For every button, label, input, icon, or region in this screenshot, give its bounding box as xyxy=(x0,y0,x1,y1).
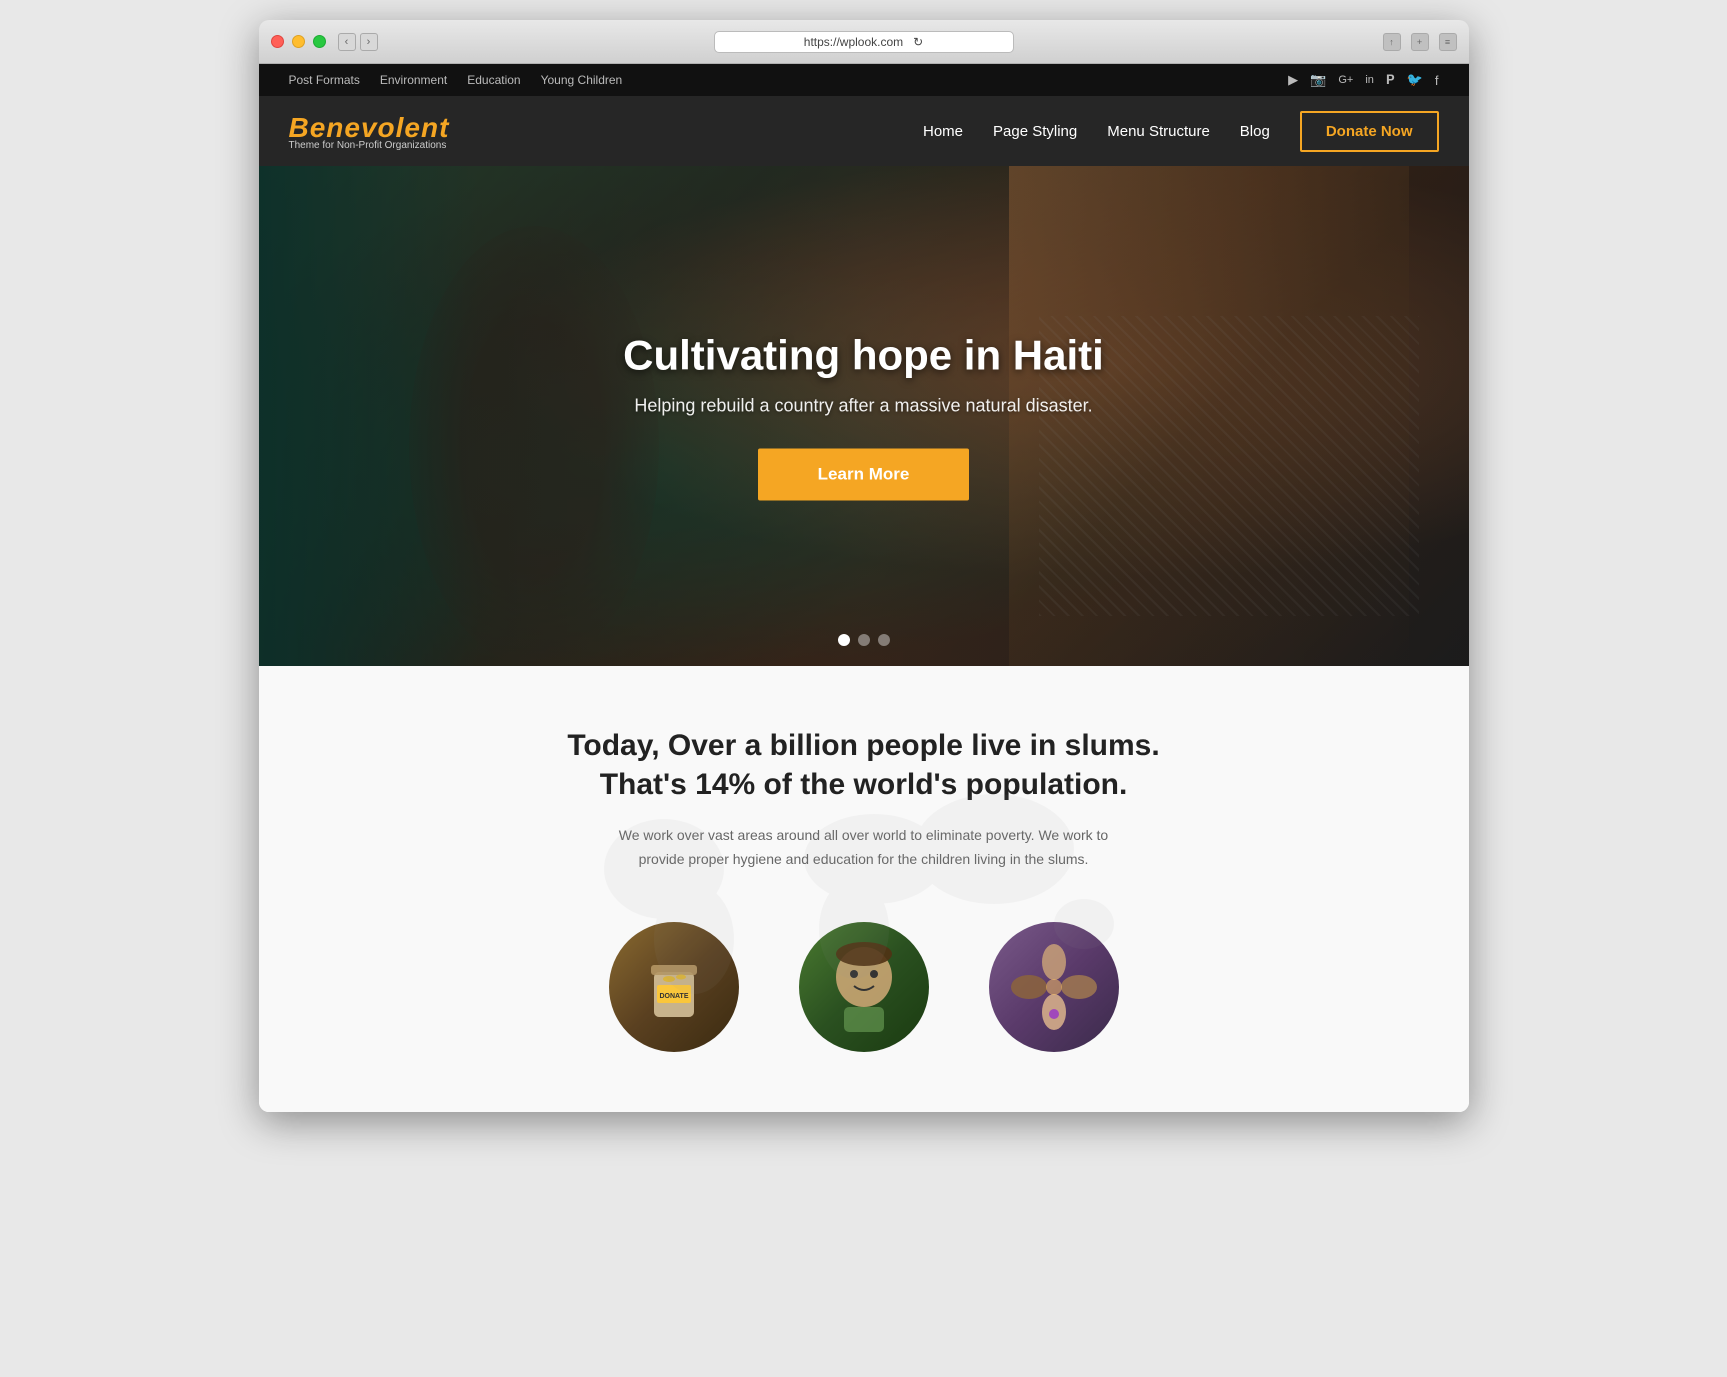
refresh-icon[interactable]: ↻ xyxy=(913,35,923,49)
social-icons: ▶ 📷 G+ in 𝐏 🐦 f xyxy=(1288,72,1438,88)
googleplus-icon[interactable]: G+ xyxy=(1338,74,1353,86)
linkedin-icon[interactable]: in xyxy=(1365,74,1374,86)
window-controls-right: ↑ + ≡ xyxy=(1383,33,1457,51)
world-map-decoration xyxy=(564,739,1164,1039)
title-bar: ‹ › https://wplook.com ↻ ↑ + ≡ xyxy=(259,20,1469,64)
new-tab-icon[interactable]: + xyxy=(1411,33,1429,51)
share-icon[interactable]: ↑ xyxy=(1383,33,1401,51)
logo-tagline: Theme for Non-Profit Organizations xyxy=(289,140,450,151)
minimize-button[interactable] xyxy=(292,35,305,48)
facebook-icon[interactable]: f xyxy=(1435,73,1439,88)
admin-link-post-formats[interactable]: Post Formats xyxy=(289,73,360,87)
nav-menu-structure[interactable]: Menu Structure xyxy=(1107,123,1210,140)
slider-dots xyxy=(838,634,890,646)
hero-subtitle: Helping rebuild a country after a massiv… xyxy=(514,396,1214,417)
content-section: Today, Over a billion people live in slu… xyxy=(259,666,1469,1112)
window-buttons xyxy=(271,35,326,48)
admin-link-young-children[interactable]: Young Children xyxy=(541,73,623,87)
hero-content: Cultivating hope in Haiti Helping rebuil… xyxy=(514,332,1214,501)
nav-blog[interactable]: Blog xyxy=(1240,123,1270,140)
twitter-icon[interactable]: 🐦 xyxy=(1407,72,1423,88)
logo-container: Benevolent Theme for Non-Profit Organiza… xyxy=(289,112,450,151)
main-navigation: Benevolent Theme for Non-Profit Organiza… xyxy=(259,96,1469,166)
youtube-icon[interactable]: ▶ xyxy=(1288,72,1298,88)
url-text: https://wplook.com xyxy=(804,35,903,49)
sidebar-icon[interactable]: ≡ xyxy=(1439,33,1457,51)
address-bar[interactable]: https://wplook.com ↻ xyxy=(714,31,1014,53)
admin-link-education[interactable]: Education xyxy=(467,73,520,87)
pinterest-icon[interactable]: 𝐏 xyxy=(1386,72,1395,88)
slider-dot-2[interactable] xyxy=(858,634,870,646)
admin-link-environment[interactable]: Environment xyxy=(380,73,447,87)
instagram-icon[interactable]: 📷 xyxy=(1310,72,1326,88)
browser-window: ‹ › https://wplook.com ↻ ↑ + ≡ Post Form… xyxy=(259,20,1469,1112)
logo-text[interactable]: Benevolent xyxy=(289,112,450,144)
close-button[interactable] xyxy=(271,35,284,48)
hero-title: Cultivating hope in Haiti xyxy=(514,332,1214,380)
hero-section: Cultivating hope in Haiti Helping rebuil… xyxy=(259,166,1469,666)
nav-home[interactable]: Home xyxy=(923,123,963,140)
admin-bar: Post Formats Environment Education Young… xyxy=(259,64,1469,96)
forward-button[interactable]: › xyxy=(360,33,378,51)
donate-now-button[interactable]: Donate Now xyxy=(1300,111,1439,152)
slider-dot-1[interactable] xyxy=(838,634,850,646)
nav-links: Home Page Styling Menu Structure Blog Do… xyxy=(923,111,1439,152)
learn-more-button[interactable]: Learn More xyxy=(758,449,970,501)
admin-links: Post Formats Environment Education Young… xyxy=(289,73,623,87)
back-button[interactable]: ‹ xyxy=(338,33,356,51)
nav-arrows: ‹ › xyxy=(338,33,378,51)
slider-dot-3[interactable] xyxy=(878,634,890,646)
nav-page-styling[interactable]: Page Styling xyxy=(993,123,1077,140)
browser-content: Post Formats Environment Education Young… xyxy=(259,64,1469,1112)
maximize-button[interactable] xyxy=(313,35,326,48)
